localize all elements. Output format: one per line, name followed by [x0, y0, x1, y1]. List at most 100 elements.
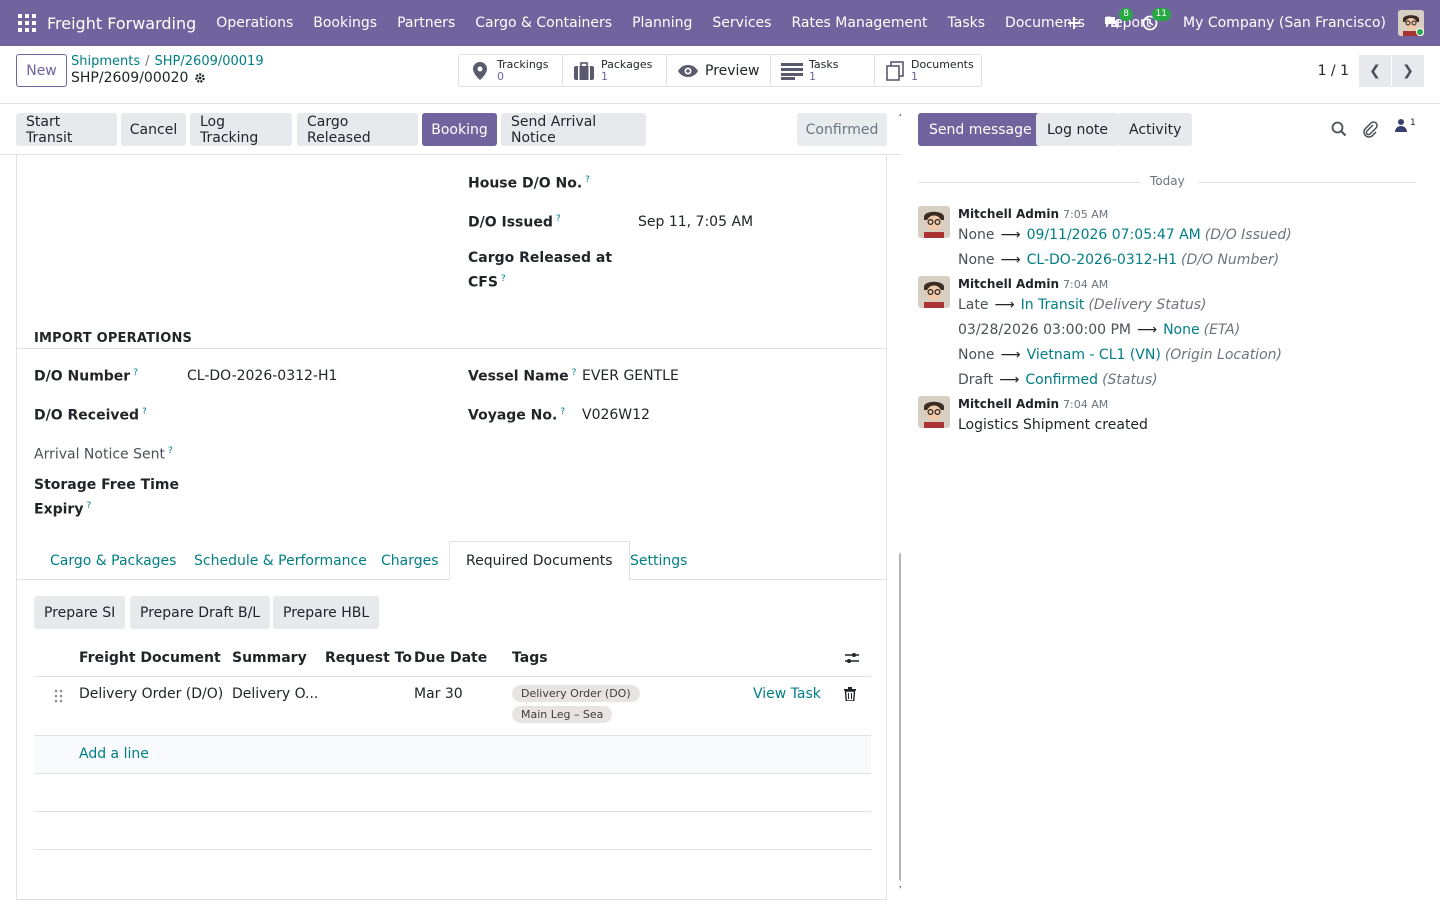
plus-icon[interactable] [1061, 10, 1087, 36]
log-note-button[interactable]: Log note [1036, 113, 1119, 146]
activities-clock-icon[interactable]: 11 [1137, 8, 1172, 36]
menu-cargo-containers[interactable]: Cargo & Containers [465, 15, 622, 31]
prepare-draft-bl-button[interactable]: Prepare Draft B/L [130, 596, 271, 629]
help-tooltip-icon[interactable]: ? [560, 407, 565, 417]
status-badge-confirmed[interactable]: Confirmed [797, 113, 887, 146]
tab-charges[interactable]: Charges [365, 541, 455, 580]
do-number-value[interactable]: CL-DO-2026-0312-H1 [187, 368, 337, 384]
apps-menu-icon[interactable] [18, 14, 36, 32]
row-tags: Delivery Order (DO) Main Leg – Sea [512, 685, 652, 727]
cargo-released-button[interactable]: Cargo Released [297, 113, 418, 146]
eye-icon [677, 60, 699, 82]
vessel-name-label: Vessel Name? [468, 368, 577, 385]
prepare-hbl-button[interactable]: Prepare HBL [273, 596, 380, 629]
tab-schedule-performance[interactable]: Schedule & Performance [178, 541, 383, 580]
col-request-to[interactable]: Request To [325, 639, 412, 677]
table-row[interactable]: Delivery Order (D/O) Delivery O... Mar 3… [34, 677, 871, 736]
help-tooltip-icon[interactable]: ? [133, 368, 138, 378]
top-navbar: Freight Forwarding Operations Bookings P… [0, 0, 1440, 46]
chatter-message: Mitchell Admin 7:05 AM None ⟶ 09/11/2026 07… [918, 206, 1418, 270]
log-tracking-button[interactable]: Log Tracking [190, 113, 292, 146]
col-freight-document[interactable]: Freight Document T... [79, 639, 224, 677]
menu-partners[interactable]: Partners [387, 15, 465, 31]
menu-operations[interactable]: Operations [206, 15, 303, 31]
tasks-smart-button[interactable]: Tasks 1 [771, 55, 875, 86]
pager-next-button[interactable]: ❯ [1392, 54, 1424, 87]
menu-planning[interactable]: Planning [622, 15, 702, 31]
menu-services[interactable]: Services [702, 15, 781, 31]
breadcrumb-previous-record[interactable]: SHP/2609/00019 [155, 54, 264, 69]
send-message-button[interactable]: Send message [918, 113, 1043, 146]
column-settings-icon[interactable] [844, 639, 860, 677]
help-tooltip-icon[interactable]: ? [86, 501, 91, 511]
message-text: Logistics Shipment created [958, 417, 1148, 433]
tab-cargo-packages[interactable]: Cargo & Packages [34, 541, 192, 580]
send-arrival-notice-button[interactable]: Send Arrival Notice [501, 113, 646, 146]
online-status-dot [1416, 28, 1424, 36]
tab-settings[interactable]: Settings [614, 541, 703, 580]
messages-badge: 8 [1119, 8, 1134, 21]
menu-bookings[interactable]: Bookings [303, 15, 387, 31]
add-line-row: Add a line [34, 736, 871, 774]
import-operations-title: IMPORT OPERATIONS [34, 331, 193, 346]
empty-row [34, 812, 871, 850]
author-avatar[interactable] [918, 396, 950, 428]
tracking-change: Draft ⟶ Confirmed (Status) [958, 372, 1158, 388]
activity-button[interactable]: Activity [1118, 113, 1193, 146]
view-task-button[interactable]: View Task [753, 686, 821, 702]
user-avatar[interactable] [1398, 10, 1424, 36]
col-summary[interactable]: Summary [232, 639, 307, 677]
prepare-si-button[interactable]: Prepare SI [34, 596, 126, 629]
followers-button[interactable]: 1 [1395, 118, 1416, 136]
menu-rates-management[interactable]: Rates Management [781, 15, 937, 31]
col-due-date[interactable]: Due Date [414, 639, 487, 677]
add-a-line-link[interactable]: Add a line [79, 746, 149, 762]
help-tooltip-icon[interactable]: ? [501, 274, 506, 284]
company-switcher[interactable]: My Company (San Francisco) [1183, 15, 1386, 31]
new-button[interactable]: New [16, 54, 67, 87]
tab-required-documents[interactable]: Required Documents [449, 541, 630, 581]
pager-previous-button[interactable]: ❮ [1359, 54, 1391, 87]
message-author: Mitchell Admin 7:04 AM [958, 397, 1109, 411]
breadcrumb-shipments[interactable]: Shipments [71, 54, 140, 69]
author-avatar[interactable] [918, 206, 950, 238]
trackings-smart-button[interactable]: Trackings 0 [459, 55, 563, 86]
booking-button[interactable]: Booking [422, 113, 497, 146]
smart-buttons: Trackings 0 Packages 1 Preview Tasks 1 Docu… [458, 54, 982, 87]
start-transit-button[interactable]: Start Transit [16, 113, 117, 146]
trash-icon[interactable] [844, 687, 856, 705]
gear-icon[interactable] [194, 72, 206, 84]
paperclip-icon[interactable] [1362, 120, 1378, 142]
author-avatar[interactable] [918, 276, 950, 308]
menu-tasks[interactable]: Tasks [938, 15, 996, 31]
message-time: 7:05 AM [1063, 208, 1109, 221]
packages-smart-button[interactable]: Packages 1 [563, 55, 667, 86]
help-tooltip-icon[interactable]: ? [142, 407, 147, 417]
cancel-button[interactable]: Cancel [121, 113, 186, 146]
tasks-count: 1 [809, 69, 816, 83]
drag-handle-icon[interactable] [54, 689, 64, 707]
statusbar: Start Transit Cancel Log Tracking Cargo … [0, 104, 901, 155]
activities-badge: 11 [1151, 8, 1172, 21]
cargo-released-label: Cargo Released at CFS? [468, 250, 613, 291]
chevron-right-icon: ❯ [1402, 62, 1414, 79]
messages-icon[interactable]: 8 [1099, 8, 1134, 36]
help-tooltip-icon[interactable]: ? [168, 446, 173, 456]
help-tooltip-icon[interactable]: ? [572, 368, 577, 378]
arrow-right-icon: ⟶ [1000, 347, 1021, 363]
pager-value[interactable]: 1 / 1 [1318, 63, 1349, 79]
search-icon[interactable] [1331, 121, 1347, 141]
col-tags[interactable]: Tags [512, 639, 548, 677]
voyage-no-value[interactable]: V026W12 [582, 407, 650, 423]
preview-smart-button[interactable]: Preview [667, 55, 771, 86]
vessel-name-value[interactable]: EVER GENTLE [582, 368, 679, 384]
date-separator: Today [918, 174, 1416, 190]
map-marker-icon [469, 60, 491, 82]
app-brand[interactable]: Freight Forwarding [47, 14, 196, 33]
help-tooltip-icon[interactable]: ? [585, 175, 590, 185]
help-tooltip-icon[interactable]: ? [556, 214, 561, 224]
do-issued-value[interactable]: Sep 11, 7:05 AM [638, 214, 753, 230]
form-sheet: House D/O No.? D/O Issued? Sep 11, 7:05 … [16, 155, 887, 900]
do-received-label: D/O Received? [34, 407, 147, 424]
documents-smart-button[interactable]: Documents 1 [875, 55, 981, 86]
